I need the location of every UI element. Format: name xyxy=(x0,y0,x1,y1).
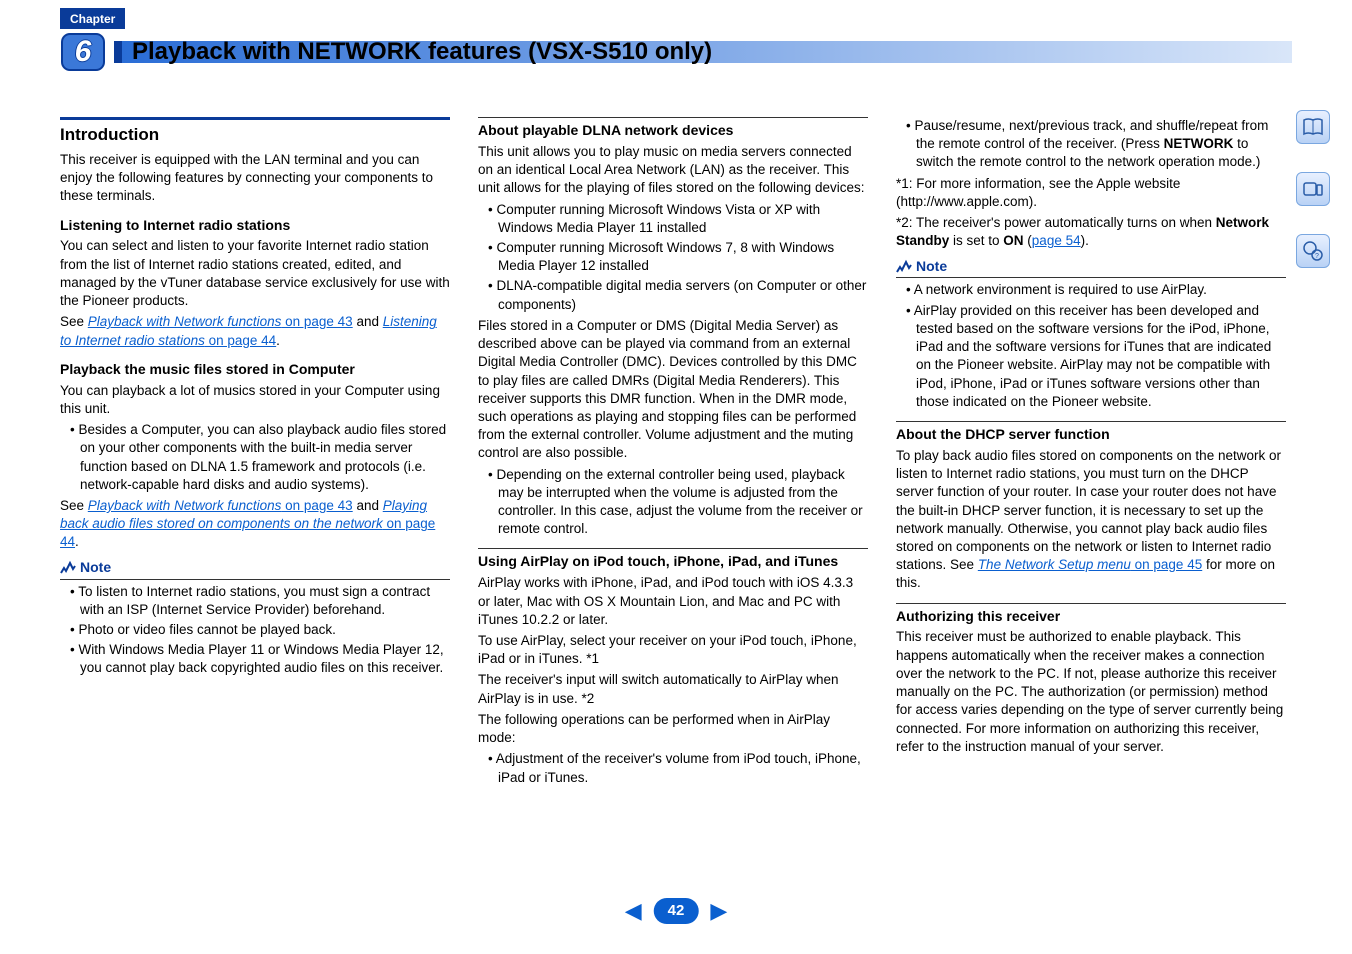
heading-authorizing: Authorizing this receiver xyxy=(896,603,1286,626)
bullet-list: Depending on the external controller bei… xyxy=(478,466,868,539)
page-number: 42 xyxy=(654,898,699,924)
body-text: The receiver's input will switch automat… xyxy=(478,671,868,707)
chapter-badge: 6 xyxy=(60,32,106,72)
list-item: To listen to Internet radio stations, yo… xyxy=(70,583,450,619)
heading-listening: Listening to Internet radio stations xyxy=(60,216,450,235)
list-item: Computer running Microsoft Windows Vista… xyxy=(488,201,868,237)
list-item: AirPlay provided on this receiver has be… xyxy=(906,302,1286,411)
chapter-number: 6 xyxy=(75,32,92,73)
prev-page-button[interactable]: ◀ xyxy=(625,896,642,926)
body-text: You can playback a lot of musics stored … xyxy=(60,382,450,418)
device-icon[interactable] xyxy=(1296,172,1330,206)
heading-dlna: About playable DLNA network devices xyxy=(478,117,868,140)
link-playback-network-2[interactable]: Playback with Network functions on page … xyxy=(88,498,353,513)
list-item: Depending on the external controller bei… xyxy=(488,466,868,539)
note-heading: Note xyxy=(60,558,450,580)
body-text: *1: For more information, see the Apple … xyxy=(896,175,1286,211)
column-1: Introduction This receiver is equipped w… xyxy=(60,117,450,790)
side-toolbar: ? xyxy=(1296,110,1330,268)
list-item: Besides a Computer, you can also playbac… xyxy=(70,421,450,494)
body-text: The following operations can be performe… xyxy=(478,711,868,747)
body-text: This receiver must be authorized to enab… xyxy=(896,628,1286,756)
heading-dhcp: About the DHCP server function xyxy=(896,421,1286,444)
note-icon xyxy=(896,259,912,273)
link-network-setup[interactable]: The Network Setup menu on page 45 xyxy=(978,557,1202,572)
list-item: Adjustment of the receiver's volume from… xyxy=(488,750,868,786)
body-text: *2: The receiver's power automatically t… xyxy=(896,214,1286,250)
body-text: To use AirPlay, select your receiver on … xyxy=(478,632,868,668)
list-item: DLNA-compatible digital media servers (o… xyxy=(488,277,868,313)
next-page-button[interactable]: ▶ xyxy=(710,896,727,926)
see-reference: See Playback with Network functions on p… xyxy=(60,497,450,552)
see-reference: See Playback with Network functions on p… xyxy=(60,313,450,349)
body-text: To play back audio files stored on compo… xyxy=(896,447,1286,593)
note-list: A network environment is required to use… xyxy=(896,281,1286,411)
list-item: Computer running Microsoft Windows 7, 8 … xyxy=(488,239,868,275)
body-text: This receiver is equipped with the LAN t… xyxy=(60,151,450,206)
body-text: AirPlay works with iPhone, iPad, and iPo… xyxy=(478,574,868,629)
list-item: Photo or video files cannot be played ba… xyxy=(70,621,450,639)
heading-airplay: Using AirPlay on iPod touch, iPhone, iPa… xyxy=(478,548,868,571)
list-item: Pause/resume, next/previous track, and s… xyxy=(906,117,1286,172)
list-item: With Windows Media Player 11 or Windows … xyxy=(70,641,450,677)
chapter-label: Chapter xyxy=(60,8,125,29)
note-icon xyxy=(60,560,76,574)
list-item: A network environment is required to use… xyxy=(906,281,1286,299)
bullet-list: Adjustment of the receiver's volume from… xyxy=(478,750,868,786)
heading-playback-music: Playback the music files stored in Compu… xyxy=(60,360,450,379)
bullet-list: Besides a Computer, you can also playbac… xyxy=(60,421,450,494)
body-text: This unit allows you to play music on me… xyxy=(478,143,868,198)
link-playback-network[interactable]: Playback with Network functions on page … xyxy=(88,314,353,329)
chapter-title: Playback with NETWORK features (VSX-S510… xyxy=(132,36,712,68)
bullet-list: Computer running Microsoft Windows Vista… xyxy=(478,201,868,314)
help-icon[interactable]: ? xyxy=(1296,234,1330,268)
column-3: Pause/resume, next/previous track, and s… xyxy=(896,117,1286,790)
chapter-header: 6 Playback with NETWORK features (VSX-S5… xyxy=(60,32,1292,72)
column-2: About playable DLNA network devices This… xyxy=(478,117,868,790)
body-text: Files stored in a Computer or DMS (Digit… xyxy=(478,317,868,463)
link-page-54[interactable]: page 54 xyxy=(1032,233,1081,248)
heading-introduction: Introduction xyxy=(60,117,450,147)
svg-text:?: ? xyxy=(1315,253,1319,260)
body-text: You can select and listen to your favori… xyxy=(60,237,450,310)
pager: ◀ 42 ▶ xyxy=(625,896,728,926)
book-icon[interactable] xyxy=(1296,110,1330,144)
note-list: To listen to Internet radio stations, yo… xyxy=(60,583,450,678)
chapter-title-bar: Playback with NETWORK features (VSX-S510… xyxy=(114,41,1292,63)
bullet-list: Pause/resume, next/previous track, and s… xyxy=(896,117,1286,172)
note-heading: Note xyxy=(896,257,1286,279)
